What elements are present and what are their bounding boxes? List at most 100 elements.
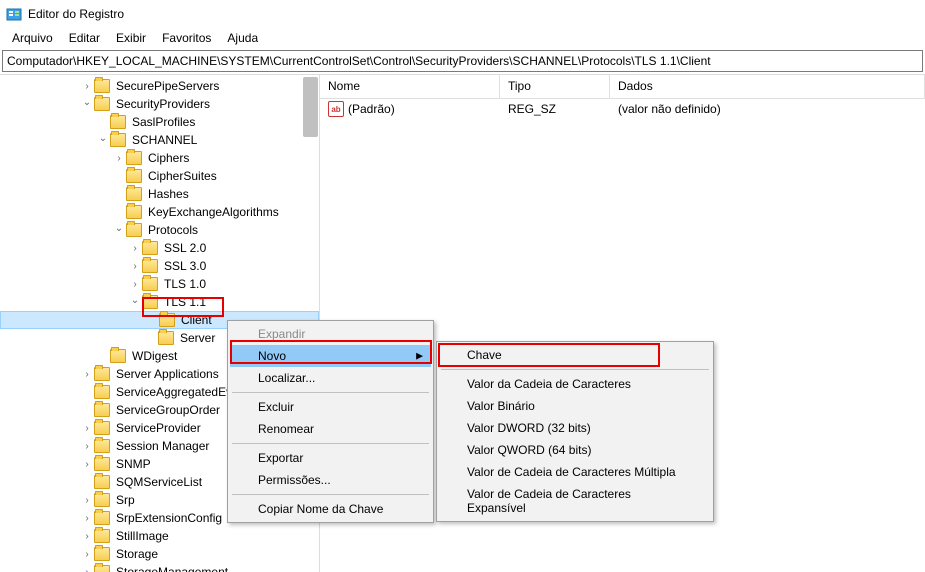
folder-icon <box>94 385 110 399</box>
tree-node-label: Storage <box>114 547 160 561</box>
menu-favoritos[interactable]: Favoritos <box>154 29 219 47</box>
tree-node-schannel[interactable]: ⌄ SCHANNEL <box>0 131 319 149</box>
expand-toggle[interactable]: › <box>80 513 94 524</box>
tree-node-label: SecurityProviders <box>114 97 212 111</box>
folder-icon <box>94 547 110 561</box>
submenu-arrow-icon: ▶ <box>416 351 423 362</box>
tree-node-keyexchangealgorithms[interactable]: ›KeyExchangeAlgorithms <box>0 203 319 221</box>
tree-node-tls-1.1[interactable]: ⌄ TLS 1.1 <box>0 293 319 311</box>
menu-item-valor-dword-32-bits-[interactable]: Valor DWORD (32 bits) <box>439 417 711 439</box>
expand-toggle[interactable]: › <box>80 567 94 572</box>
expand-toggle[interactable]: › <box>128 261 142 272</box>
tree-node-label: SNMP <box>114 457 153 471</box>
tree-node-label: TLS 1.1 <box>162 295 208 309</box>
tree-node-label: Server Applications <box>114 367 221 381</box>
folder-icon <box>126 205 142 219</box>
menu-exibir[interactable]: Exibir <box>108 29 154 47</box>
expand-toggle[interactable]: › <box>80 531 94 542</box>
expand-toggle[interactable]: › <box>112 153 126 164</box>
tree-node-label: SSL 2.0 <box>162 241 208 255</box>
tree-node-securepipeservers[interactable]: › SecurePipeServers <box>0 77 319 95</box>
menu-separator <box>441 369 709 370</box>
scrollbar-thumb[interactable] <box>303 77 318 137</box>
expand-toggle[interactable]: › <box>80 423 94 434</box>
expand-toggle[interactable]: › <box>80 81 94 92</box>
expand-toggle[interactable]: › <box>80 441 94 452</box>
folder-icon <box>158 331 174 345</box>
expand-toggle[interactable]: ⌄ <box>96 133 110 144</box>
folder-icon <box>142 241 158 255</box>
menu-item-permiss-es-[interactable]: Permissões... <box>230 469 431 491</box>
menu-separator <box>232 494 429 495</box>
expand-toggle[interactable]: ⌄ <box>128 295 142 306</box>
tree-node-ciphers[interactable]: ›Ciphers <box>0 149 319 167</box>
expand-toggle[interactable]: › <box>80 369 94 380</box>
tree-node-storagemanagement[interactable]: › StorageManagement <box>0 563 319 572</box>
header-tipo[interactable]: Tipo <box>500 75 610 98</box>
menu-item-valor-qword-64-bits-[interactable]: Valor QWORD (64 bits) <box>439 439 711 461</box>
menu-item-chave[interactable]: Chave <box>439 344 711 366</box>
tree-node-label: KeyExchangeAlgorithms <box>146 205 281 219</box>
menu-arquivo[interactable]: Arquivo <box>4 29 61 47</box>
menu-item-valor-da-cadeia-de-caracteres[interactable]: Valor da Cadeia de Caracteres <box>439 373 711 395</box>
tree-node-saslprofiles[interactable]: ›SaslProfiles <box>0 113 319 131</box>
folder-icon <box>94 457 110 471</box>
value-data: (valor não definido) <box>610 100 925 118</box>
folder-icon <box>94 367 110 381</box>
expand-toggle[interactable]: › <box>80 495 94 506</box>
expand-toggle[interactable]: › <box>80 549 94 560</box>
tree-node-label: SQMServiceList <box>114 475 204 489</box>
tree-node-label: SCHANNEL <box>130 133 199 147</box>
menu-editar[interactable]: Editar <box>61 29 108 47</box>
title-bar: Editor do Registro <box>0 0 925 28</box>
tree-node-ssl-3.0[interactable]: ›SSL 3.0 <box>0 257 319 275</box>
folder-icon <box>126 187 142 201</box>
tree-node-label: StorageManagement <box>114 565 230 572</box>
tree-node-label: Client <box>179 313 214 327</box>
address-bar <box>2 50 923 72</box>
tree-node-label: SecurePipeServers <box>114 79 221 93</box>
folder-icon <box>94 403 110 417</box>
tree-node-label: Srp <box>114 493 137 507</box>
menu-item-valor-de-cadeia-de-caracteres-expans-vel[interactable]: Valor de Cadeia de Caracteres Expansível <box>439 483 711 519</box>
menu-item-valor-de-cadeia-de-caracteres-m-ltipla[interactable]: Valor de Cadeia de Caracteres Múltipla <box>439 461 711 483</box>
menu-ajuda[interactable]: Ajuda <box>219 29 266 47</box>
menu-item-localizar-[interactable]: Localizar... <box>230 367 431 389</box>
menu-item-renomear[interactable]: Renomear <box>230 418 431 440</box>
context-menu-key: ExpandirNovo▶Localizar...ExcluirRenomear… <box>227 320 434 523</box>
tree-node-stillimage[interactable]: ›StillImage <box>0 527 319 545</box>
menu-item-copiar-nome-da-chave[interactable]: Copiar Nome da Chave <box>230 498 431 520</box>
header-nome[interactable]: Nome <box>320 75 500 98</box>
menu-item-novo[interactable]: Novo▶ <box>230 345 431 367</box>
list-row[interactable]: ab(Padrão)REG_SZ(valor não definido) <box>320 99 925 119</box>
tree-node-label: TLS 1.0 <box>162 277 208 291</box>
tree-node-ciphersuites[interactable]: ›CipherSuites <box>0 167 319 185</box>
tree-node-hashes[interactable]: ›Hashes <box>0 185 319 203</box>
value-name: (Padrão) <box>348 102 395 116</box>
folder-icon <box>94 493 110 507</box>
tree-node-tls-1.0[interactable]: › TLS 1.0 <box>0 275 319 293</box>
folder-icon <box>94 79 110 93</box>
menu-separator <box>232 443 429 444</box>
expand-toggle[interactable]: ⌄ <box>80 97 94 108</box>
menu-item-exportar[interactable]: Exportar <box>230 447 431 469</box>
tree-node-storage[interactable]: › Storage <box>0 545 319 563</box>
folder-icon <box>142 259 158 273</box>
folder-icon <box>142 277 158 291</box>
folder-icon <box>94 511 110 525</box>
expand-toggle[interactable]: ⌄ <box>112 223 126 234</box>
menu-item-valor-bin-rio[interactable]: Valor Binário <box>439 395 711 417</box>
tree-node-protocols[interactable]: ⌄Protocols <box>0 221 319 239</box>
tree-node-ssl-2.0[interactable]: › SSL 2.0 <box>0 239 319 257</box>
expand-toggle[interactable]: › <box>128 279 142 290</box>
header-dados[interactable]: Dados <box>610 75 925 98</box>
value-type: REG_SZ <box>500 100 610 118</box>
menu-item-excluir[interactable]: Excluir <box>230 396 431 418</box>
address-input[interactable] <box>3 52 922 70</box>
tree-node-label: Session Manager <box>114 439 211 453</box>
expand-toggle[interactable]: › <box>80 459 94 470</box>
folder-icon <box>126 223 142 237</box>
expand-toggle[interactable]: › <box>128 243 142 254</box>
tree-node-label: WDigest <box>130 349 179 363</box>
tree-node-securityproviders[interactable]: ⌄ SecurityProviders <box>0 95 319 113</box>
